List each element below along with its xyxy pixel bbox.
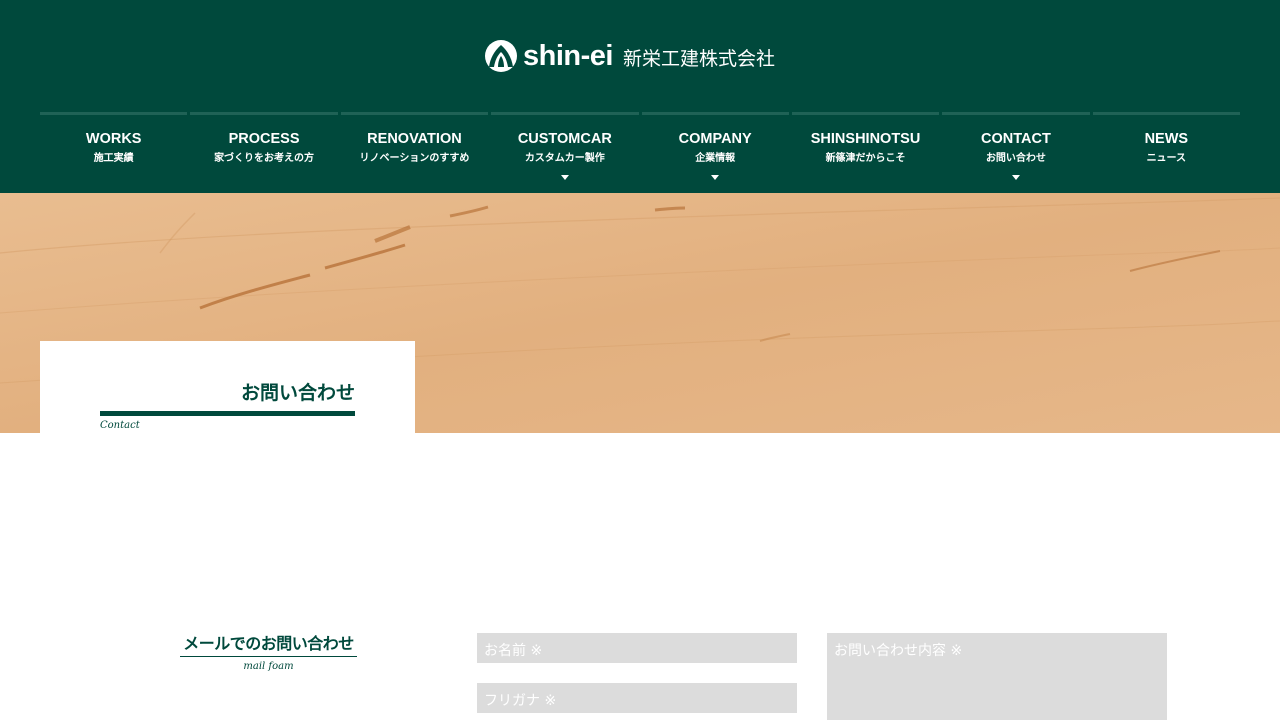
mail-section-subtitle: mail foam — [243, 661, 294, 672]
nav-label-en: CONTACT — [981, 131, 1051, 147]
nav-item-company[interactable]: COMPANY 企業情報 — [641, 112, 789, 193]
company-name: 新栄工建株式会社 — [622, 47, 775, 70]
mail-section-title: メールでのお問い合わせ — [180, 630, 357, 657]
nav-label-jp: 企業情報 — [695, 153, 736, 164]
site-header: shin-ei 新栄工建株式会社 WORKS 施工実績 PROCESS 家づくりをお考… — [0, 0, 1280, 193]
page-subtitle: Contact — [100, 420, 140, 431]
nav-item-shinshinotsu[interactable]: SHINSHINOTSU 新篠津だからこそ — [791, 112, 940, 193]
nav-label-en: COMPANY — [678, 131, 752, 147]
nav-label-jp: 施工実績 — [93, 153, 134, 164]
page-title: お問い合わせ — [240, 382, 355, 404]
page-title-card: お問い合わせ Contact — [40, 341, 415, 433]
nav-item-news[interactable]: NEWS ニュース — [1092, 112, 1240, 193]
nav-label-jp: お問い合わせ — [985, 153, 1046, 164]
name-input[interactable]: お名前 ※ — [477, 633, 797, 663]
logo-text: shin-ei — [523, 39, 613, 72]
message-textarea[interactable]: お問い合わせ内容 ※ — [827, 633, 1167, 720]
title-underline — [100, 411, 355, 416]
nav-item-customcar[interactable]: CUSTOMCAR カスタムカー製作 — [491, 112, 639, 193]
nav-label-jp: リノベーションのすすめ — [359, 153, 470, 164]
nav-label-en: SHINSHINOTSU — [810, 131, 921, 147]
furigana-input[interactable]: フリガナ ※ — [477, 683, 797, 713]
dropdown-caret-icon — [1011, 175, 1020, 180]
dropdown-caret-icon — [560, 175, 569, 180]
nav-item-works[interactable]: WORKS 施工実績 — [40, 112, 188, 193]
nav-label-en: WORKS — [85, 131, 142, 147]
mail-section-heading: メールでのお問い合わせ mail foam — [180, 630, 357, 672]
global-nav: WORKS 施工実績 PROCESS 家づくりをお考えの方 RENOVATION リノベー… — [40, 112, 1240, 193]
logo[interactable]: shin-ei 新栄工建株式会社 — [484, 38, 775, 74]
nav-item-contact[interactable]: CONTACT お問い合わせ — [942, 112, 1090, 193]
nav-label-en: NEWS — [1144, 131, 1189, 147]
nav-label-jp: 新篠津だからこそ — [825, 153, 906, 164]
nav-label-en: PROCESS — [228, 131, 300, 147]
dropdown-caret-icon — [711, 175, 720, 180]
nav-label-jp: カスタムカー製作 — [524, 153, 605, 164]
nav-label-en: RENOVATION — [367, 131, 462, 147]
nav-item-renovation[interactable]: RENOVATION リノベーションのすすめ — [340, 112, 489, 193]
nav-label-jp: 家づくりをお考えの方 — [214, 153, 315, 164]
shin-ei-logo-icon — [485, 40, 517, 72]
nav-item-process[interactable]: PROCESS 家づくりをお考えの方 — [190, 112, 338, 193]
nav-label-en: CUSTOMCAR — [517, 131, 612, 147]
nav-label-jp: ニュース — [1146, 153, 1187, 164]
